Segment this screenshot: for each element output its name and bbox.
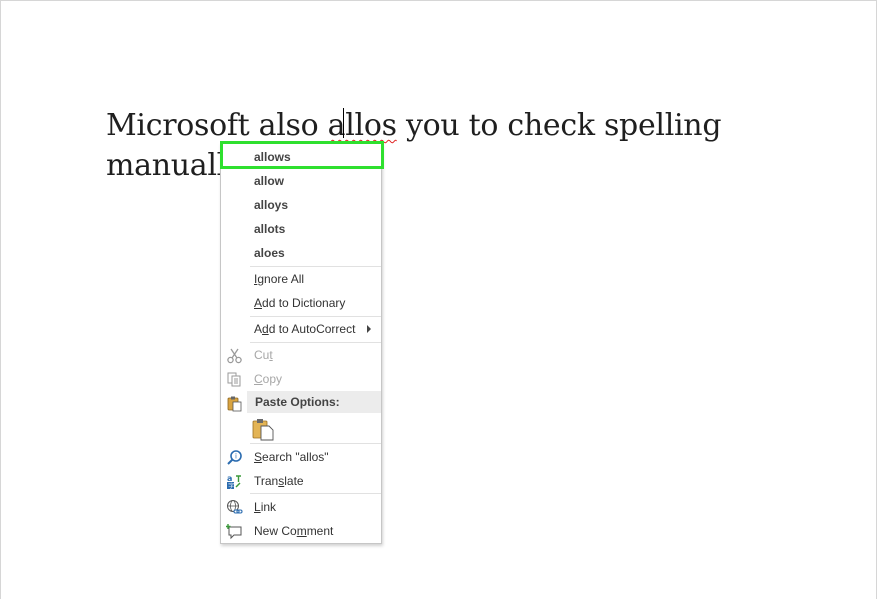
link-label: Link <box>254 500 277 514</box>
ignore-all-item[interactable]: Ignore All <box>221 267 381 291</box>
suggestion-alloys[interactable]: alloys <box>221 193 381 217</box>
translate-item[interactable]: a 字 Translate <box>221 469 381 493</box>
new-comment-item[interactable]: New Comment <box>221 519 381 543</box>
paste-options-header: Paste Options: <box>247 391 381 413</box>
search-item[interactable]: i Search "allos" <box>221 445 381 469</box>
add-to-dictionary-item[interactable]: Add to Dictionary <box>221 291 381 315</box>
text-cursor <box>343 108 344 138</box>
cut-item[interactable]: Cut <box>221 343 381 367</box>
text-run: Microsoft also <box>106 108 328 143</box>
misspelled-word[interactable]: allos <box>328 108 397 143</box>
smart-lookup-icon: i <box>227 450 242 465</box>
spelling-context-menu: allows allow alloys allots aloes Ignore … <box>220 143 382 544</box>
translate-icon: a 字 <box>227 474 241 490</box>
suggestion-aloes[interactable]: aloes <box>221 241 381 265</box>
suggestion-label: allow <box>254 174 285 188</box>
suggestion-allow[interactable]: allow <box>221 169 381 193</box>
clipboard-icon <box>227 396 242 412</box>
text-run: you to check spelling <box>396 108 722 143</box>
suggestion-allows[interactable]: allows <box>221 145 381 169</box>
translate-label: Translate <box>254 474 304 488</box>
copy-icon <box>227 372 241 387</box>
cut-label: Cut <box>254 348 273 362</box>
ignore-all-label: Ignore All <box>254 272 305 286</box>
copy-label: Copy <box>254 372 283 386</box>
link-icon <box>227 500 243 514</box>
svg-text:字: 字 <box>228 482 234 490</box>
paste-keep-text-only-button[interactable] <box>249 415 279 443</box>
add-to-autocorrect-label: Add to AutoCorrect <box>254 322 356 336</box>
suggestion-label: aloes <box>254 246 285 260</box>
paste-keep-text-icon <box>252 419 274 441</box>
add-to-autocorrect-item[interactable]: Add to AutoCorrect <box>221 317 381 341</box>
menu-separator <box>250 443 381 444</box>
submenu-arrow-icon <box>367 325 371 333</box>
scissors-icon <box>227 348 242 364</box>
svg-text:i: i <box>235 453 237 461</box>
copy-item[interactable]: Copy <box>221 367 381 391</box>
document-page[interactable] <box>0 0 877 599</box>
menu-separator <box>250 493 381 494</box>
suggestion-label: alloys <box>254 198 289 212</box>
new-comment-icon <box>226 524 242 540</box>
new-comment-label: New Comment <box>254 524 334 538</box>
suggestion-label: allows <box>254 150 291 164</box>
search-label: Search "allos" <box>254 450 329 464</box>
suggestion-label: allots <box>254 222 286 236</box>
document-body-text[interactable]: Microsoft also allos you to check spelli… <box>106 106 726 186</box>
link-item[interactable]: Link <box>221 495 381 519</box>
paste-options-label: Paste Options: <box>255 395 340 409</box>
svg-text:a: a <box>227 474 232 483</box>
suggestion-allots[interactable]: allots <box>221 217 381 241</box>
add-to-dictionary-label: Add to Dictionary <box>254 296 346 310</box>
